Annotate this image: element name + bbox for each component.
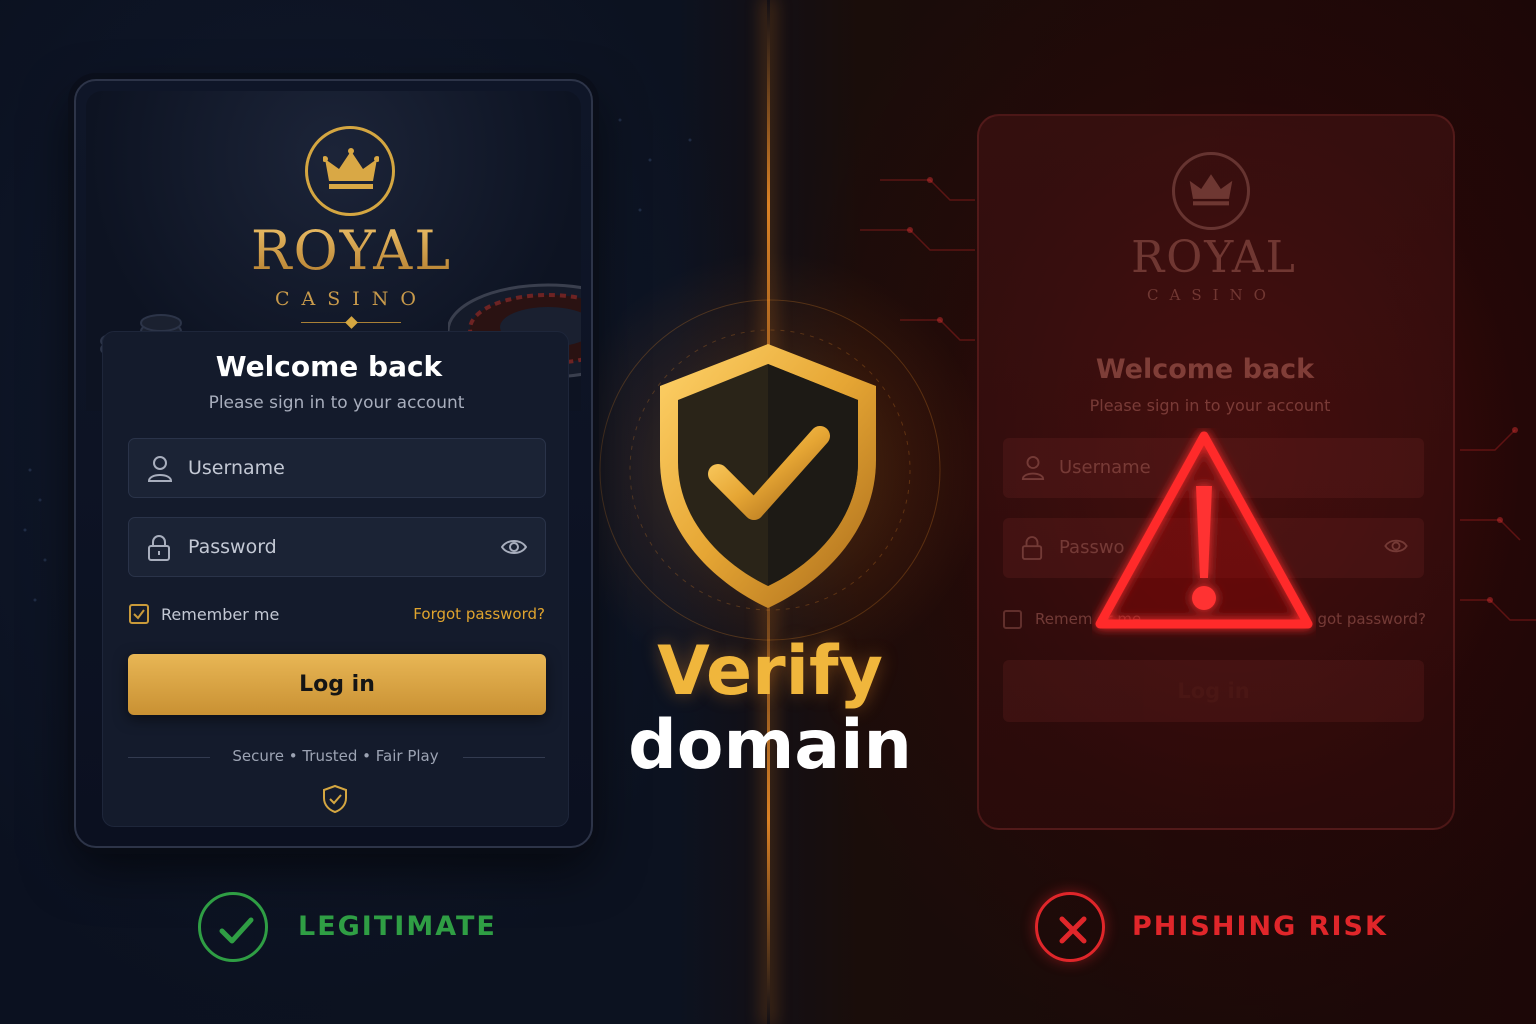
login-button[interactable]: Log in: [128, 654, 546, 715]
fake-welcome-subtitle: Please sign in to your account: [1089, 396, 1331, 415]
forgot-password-link[interactable]: Forgot password?: [413, 605, 545, 623]
phishing-x-badge: [1035, 892, 1105, 962]
brand-diamond: [345, 316, 358, 329]
remember-me-label[interactable]: Remember me: [161, 605, 279, 624]
shield-check-icon: [660, 344, 876, 608]
phishing-risk-label: PHISHING RISK: [1132, 911, 1388, 942]
legitimate-check-badge: [198, 892, 268, 962]
warning-triangle-icon: [1095, 431, 1313, 629]
welcome-title: Welcome back: [215, 350, 443, 383]
trust-tagline: Secure • Trusted • Fair Play: [232, 747, 439, 765]
x-circle-icon: [1059, 916, 1087, 944]
remember-me-checkbox[interactable]: [129, 604, 149, 624]
fake-login-button[interactable]: Log in: [1003, 660, 1424, 722]
fake-brand-name: ROYAL: [1131, 232, 1297, 283]
fake-lock-icon: [1021, 536, 1043, 560]
fake-eye-icon[interactable]: [1384, 538, 1408, 554]
password-field[interactable]: Password: [128, 517, 546, 577]
comparison-illustration: ROYAL CASINO Welcome back Please sign in…: [0, 0, 1536, 1024]
fake-user-icon: [1021, 456, 1045, 480]
fake-forgot-link[interactable]: got password?: [1317, 610, 1426, 628]
fake-brand-subname: CASINO: [1147, 286, 1277, 304]
show-password-eye-icon[interactable]: [501, 538, 527, 556]
trust-divider-right: [463, 757, 545, 758]
crown-icon: [323, 148, 379, 189]
small-shield-check-icon: [323, 784, 347, 814]
fake-remember-checkbox[interactable]: [1003, 610, 1022, 629]
welcome-subtitle: Please sign in to your account: [208, 393, 465, 413]
login-form-panel: Welcome back Please sign in to your acco…: [102, 331, 569, 827]
domain-heading: domain: [628, 706, 912, 785]
lock-icon: [148, 535, 170, 561]
username-field[interactable]: Username: [128, 438, 546, 498]
fake-welcome-title: Welcome back: [1095, 354, 1315, 385]
check-circle-icon: [219, 917, 254, 944]
verify-heading: Verify: [657, 632, 883, 711]
username-placeholder: Username: [188, 457, 285, 479]
legitimate-label: LEGITIMATE: [298, 911, 497, 942]
user-icon: [147, 456, 173, 482]
checkmark-icon: [133, 609, 145, 620]
password-placeholder: Password: [188, 536, 277, 558]
legitimate-login-card: ROYAL CASINO Welcome back Please sign in…: [74, 79, 593, 848]
fake-crown-icon: [1189, 174, 1233, 206]
